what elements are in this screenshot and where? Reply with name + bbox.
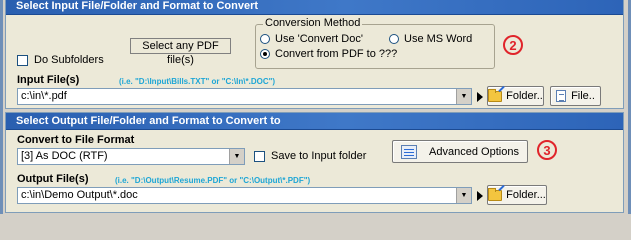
save-to-input-folder-checkbox[interactable] bbox=[254, 150, 265, 162]
chevron-down-icon[interactable]: ▼ bbox=[456, 89, 471, 104]
input-panel: Select Input File/Folder and Format to C… bbox=[5, 0, 624, 109]
input-file-button-label: File.. bbox=[571, 90, 595, 102]
output-folder-button[interactable]: Folder... bbox=[487, 184, 547, 205]
do-subfolders-label: Do Subfolders bbox=[34, 54, 104, 66]
step-2-badge: 2 bbox=[503, 35, 523, 55]
input-folder-button-label: Folder.. bbox=[506, 90, 543, 102]
radio-button-selected[interactable] bbox=[260, 49, 270, 59]
conversion-method-group: Conversion Method Use 'Convert Doc' Use … bbox=[255, 17, 495, 69]
output-files-hint: (i.e. "D:\Output\Resume.PDF" or "C:\Outp… bbox=[115, 176, 311, 185]
input-files-label: Input File(s) bbox=[17, 74, 80, 86]
folder-icon bbox=[488, 85, 505, 102]
radio-button[interactable] bbox=[260, 34, 270, 44]
output-panel: Select Output File/Folder and Format to … bbox=[5, 112, 624, 213]
step-3-badge: 3 bbox=[537, 140, 557, 160]
play-icon[interactable] bbox=[477, 92, 483, 102]
chevron-down-icon[interactable]: ▼ bbox=[456, 188, 471, 203]
do-subfolders-checkbox-row[interactable]: Do Subfolders bbox=[17, 54, 104, 66]
window-frame-left bbox=[0, 0, 3, 214]
do-subfolders-checkbox[interactable] bbox=[17, 54, 28, 66]
input-files-hint: (i.e. "D:\Input\Bills.TXT" or "C:\In\*.D… bbox=[119, 77, 276, 86]
convert-format-select[interactable]: [3] As DOC (RTF) ▼ bbox=[17, 148, 245, 165]
radio-label: Use 'Convert Doc' bbox=[275, 33, 363, 45]
output-files-combo[interactable]: c:\in\Demo Output\*.doc ▼ bbox=[17, 187, 472, 204]
radio-label: Convert from PDF to ??? bbox=[275, 48, 398, 60]
output-files-label: Output File(s) bbox=[17, 173, 89, 185]
radio-label: Use MS Word bbox=[404, 33, 473, 45]
input-panel-header: Select Input File/Folder and Format to C… bbox=[6, 0, 623, 15]
input-file-button[interactable]: File.. bbox=[550, 86, 601, 106]
settings-icon bbox=[401, 144, 418, 159]
play-icon[interactable] bbox=[477, 191, 483, 201]
output-files-value: c:\in\Demo Output\*.doc bbox=[21, 189, 138, 201]
chevron-down-icon[interactable]: ▼ bbox=[229, 149, 244, 164]
input-files-combo[interactable]: c:\in\*.pdf ▼ bbox=[17, 88, 472, 105]
convert-format-label: Convert to File Format bbox=[17, 134, 135, 146]
output-panel-header: Select Output File/Folder and Format to … bbox=[6, 113, 623, 130]
conversion-method-legend: Conversion Method bbox=[263, 17, 363, 29]
save-to-input-folder-row[interactable]: Save to Input folder bbox=[254, 150, 366, 162]
input-files-value: c:\in\*.pdf bbox=[21, 90, 67, 102]
convert-format-value: [3] As DOC (RTF) bbox=[21, 150, 108, 162]
advanced-options-button[interactable]: Advanced Options bbox=[392, 140, 528, 163]
folder-icon bbox=[488, 184, 505, 201]
radio-convert-from-pdf[interactable]: Convert from PDF to ??? bbox=[260, 48, 397, 60]
radio-use-convert-doc[interactable]: Use 'Convert Doc' bbox=[260, 33, 363, 45]
input-folder-button[interactable]: Folder.. bbox=[487, 85, 544, 106]
save-to-input-folder-label: Save to Input folder bbox=[271, 150, 367, 162]
radio-use-ms-word[interactable]: Use MS Word bbox=[389, 33, 472, 45]
output-folder-button-label: Folder... bbox=[506, 189, 546, 201]
file-type-label-box: Select any PDF file(s) bbox=[130, 38, 231, 66]
radio-button[interactable] bbox=[389, 34, 399, 44]
file-icon bbox=[556, 90, 567, 102]
advanced-options-button-label: Advanced Options bbox=[429, 145, 519, 158]
